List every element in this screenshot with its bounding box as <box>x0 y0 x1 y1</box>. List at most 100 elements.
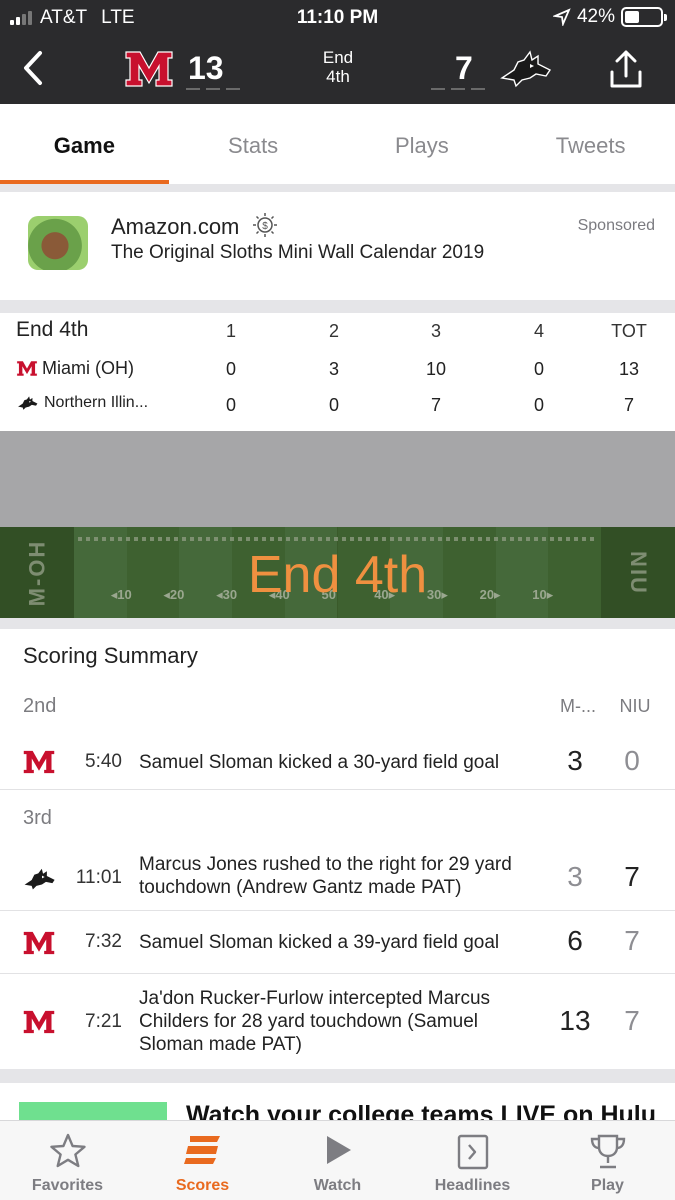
play-description: Marcus Jones rushed to the right for 29 … <box>139 854 512 898</box>
nav-label: Headlines <box>434 1177 511 1194</box>
scoring-summary: Scoring Summary 2nd M-... NIU 5:40 Samue… <box>0 629 675 1069</box>
quarter-header-2nd: 2nd M-... NIU <box>0 689 675 729</box>
miami-logo-icon <box>22 1009 56 1035</box>
battery-percent: 42% <box>576 6 615 27</box>
team-name: Northern Illin... <box>44 394 149 411</box>
football-field: M-OH NIU ◂10 ◂20 ◂30 ◂40 50 40▸ 30▸ 20▸ 10▸ End … <box>0 527 675 618</box>
q3-score: 7 <box>430 395 441 415</box>
q1-score: 0 <box>225 395 236 415</box>
sponsored-ad[interactable]: Amazon.com $ The Original Sloths Mini Wa… <box>0 192 675 300</box>
play-clock: 5:40 <box>85 751 122 772</box>
play-away-score: 0 <box>624 745 640 776</box>
play-home-score: 6 <box>567 925 583 956</box>
miami-logo-icon[interactable] <box>124 50 174 88</box>
nav-label: Watch <box>313 1177 362 1194</box>
play-description: Ja'don Rucker-Furlow intercepted Marcus … <box>139 988 491 1055</box>
home-column-label: M-... <box>560 696 596 716</box>
hulu-promo-card[interactable]: Watch your college teams LIVE on Hulu <box>0 1083 675 1123</box>
total-score: 7 <box>623 395 634 415</box>
q4-score: 0 <box>533 359 544 379</box>
svg-text:$: $ <box>262 221 268 232</box>
niu-husky-logo-icon[interactable] <box>500 48 554 90</box>
tab-tweets[interactable]: Tweets <box>506 104 675 184</box>
home-score: 13 <box>188 50 224 86</box>
linescore-col-4: 4 <box>533 321 544 341</box>
nav-label: Favorites <box>31 1177 104 1194</box>
q2-score: 3 <box>328 359 339 379</box>
game-period: End 4th <box>300 48 376 86</box>
linescore-col-1: 1 <box>225 321 236 341</box>
linescore-col-3: 3 <box>430 321 441 341</box>
scoring-play[interactable]: 5:40 Samuel Sloman kicked a 30-yard fiel… <box>0 733 675 790</box>
scoring-play[interactable]: 7:32 Samuel Sloman kicked a 39-yard fiel… <box>0 911 675 974</box>
linescore-row-niu[interactable]: Northern Illin... 0 0 7 0 7 <box>0 387 675 423</box>
nav-favorites[interactable]: Favorites <box>0 1121 135 1200</box>
miami-logo-icon <box>16 360 38 377</box>
trophy-icon <box>590 1134 625 1169</box>
nav-scores[interactable]: Scores <box>135 1121 270 1200</box>
gamecast-field: M-OH NIU ◂10 ◂20 ◂30 ◂40 50 40▸ 30▸ 20▸ 10▸ End … <box>0 431 675 618</box>
ad-product-image[interactable] <box>28 216 88 270</box>
q2-score: 0 <box>328 395 339 415</box>
play-away-score: 7 <box>624 861 640 892</box>
away-column-label: NIU <box>619 696 651 716</box>
period-status: End <box>322 48 354 67</box>
sponsored-label: Sponsored <box>577 217 655 234</box>
nav-headlines[interactable]: Headlines <box>405 1121 540 1200</box>
play-clock: 11:01 <box>75 867 122 888</box>
play-description: Samuel Sloman kicked a 39-yard field goa… <box>139 932 500 953</box>
away-score-dashes <box>431 88 485 90</box>
quarter-label: 2nd <box>23 695 57 717</box>
back-button[interactable] <box>18 48 48 88</box>
niu-husky-logo-icon <box>16 394 40 412</box>
linescore-header: End 4th 1 2 3 4 TOT <box>0 313 675 349</box>
nav-watch[interactable]: Watch <box>270 1121 405 1200</box>
ad-advertiser: Amazon.com <box>111 214 240 239</box>
scoring-summary-title: Scoring Summary <box>23 643 198 668</box>
total-score: 13 <box>618 359 640 379</box>
scoring-play[interactable]: 11:01 Marcus Jones rushed to the right f… <box>0 845 675 911</box>
tab-game[interactable]: Game <box>0 104 169 184</box>
nav-label: Play <box>591 1177 624 1194</box>
miami-logo-icon <box>22 749 56 775</box>
home-score-dashes <box>186 88 240 90</box>
ad-product-title: The Original Sloths Mini Wall Calendar 2… <box>111 242 485 263</box>
scores-icon <box>183 1136 220 1164</box>
linescore-row-miami[interactable]: Miami (OH) 0 3 10 0 13 <box>0 351 675 387</box>
tab-plays[interactable]: Plays <box>338 104 507 184</box>
quarter-label: 3rd <box>23 807 52 829</box>
linescore-table: End 4th 1 2 3 4 TOT Miami (OH) 0 3 10 0 … <box>0 313 675 431</box>
linescore-col-total: TOT <box>611 321 647 341</box>
nav-label: Scores <box>175 1177 230 1194</box>
play-home-score: 3 <box>567 745 583 776</box>
field-hash-marks <box>78 537 598 541</box>
nav-play[interactable]: Play <box>540 1121 675 1200</box>
status-bar: AT&T LTE 11:10 PM 42% <box>0 0 675 36</box>
play-away-score: 7 <box>624 1005 640 1036</box>
star-icon <box>49 1133 86 1168</box>
niu-husky-logo-icon <box>22 865 58 893</box>
play-icon <box>326 1136 351 1164</box>
tab-stats[interactable]: Stats <box>169 104 338 184</box>
linescore-col-2: 2 <box>328 321 339 341</box>
score-header: 13 End 4th 7 <box>0 38 675 104</box>
battery-icon <box>621 7 667 27</box>
play-home-score: 13 <box>559 1005 591 1036</box>
period-quarter: 4th <box>326 67 350 86</box>
q3-score: 10 <box>425 359 447 379</box>
away-score: 7 <box>455 50 473 86</box>
top-bar: AT&T LTE 11:10 PM 42% 13 End 4th 7 <box>0 0 675 104</box>
field-status-label: End 4th <box>247 546 428 604</box>
headlines-icon <box>457 1134 488 1170</box>
play-description: Samuel Sloman kicked a 30-yard field goa… <box>139 752 500 773</box>
bottom-nav: Favorites Scores Watch Headlines Play <box>0 1120 675 1200</box>
play-clock: 7:32 <box>85 931 122 952</box>
linescore-period: End 4th <box>16 318 89 341</box>
play-away-score: 7 <box>624 925 640 956</box>
play-clock: 7:21 <box>85 1011 122 1032</box>
q1-score: 0 <box>225 359 236 379</box>
scoring-play[interactable]: 7:21 Ja'don Rucker-Furlow intercepted Ma… <box>0 974 675 1069</box>
miami-logo-icon <box>22 930 56 956</box>
sponsor-badge-icon: $ <box>253 213 277 237</box>
share-button[interactable] <box>606 48 646 90</box>
